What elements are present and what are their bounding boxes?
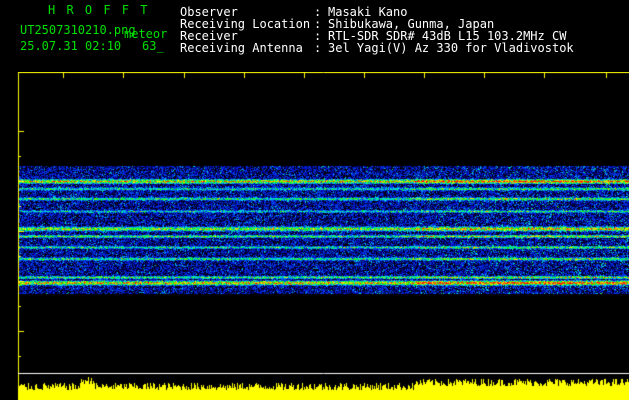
- separator: :: [314, 41, 322, 55]
- spectrogram-canvas: [0, 72, 629, 400]
- count-value: 63_: [142, 39, 164, 53]
- header-panel: H R O F F T UT2507310210.png meteor 25.0…: [0, 0, 629, 72]
- app-name: H R O F F T: [48, 3, 150, 17]
- antenna-value: 3el Yagi(V) Az 330 for Vladivostok: [328, 41, 574, 55]
- antenna-label: Receiving Antenna: [180, 41, 303, 55]
- datetime: 25.07.31 02:10: [20, 39, 122, 53]
- file-name: UT2507310210.png: [20, 23, 136, 37]
